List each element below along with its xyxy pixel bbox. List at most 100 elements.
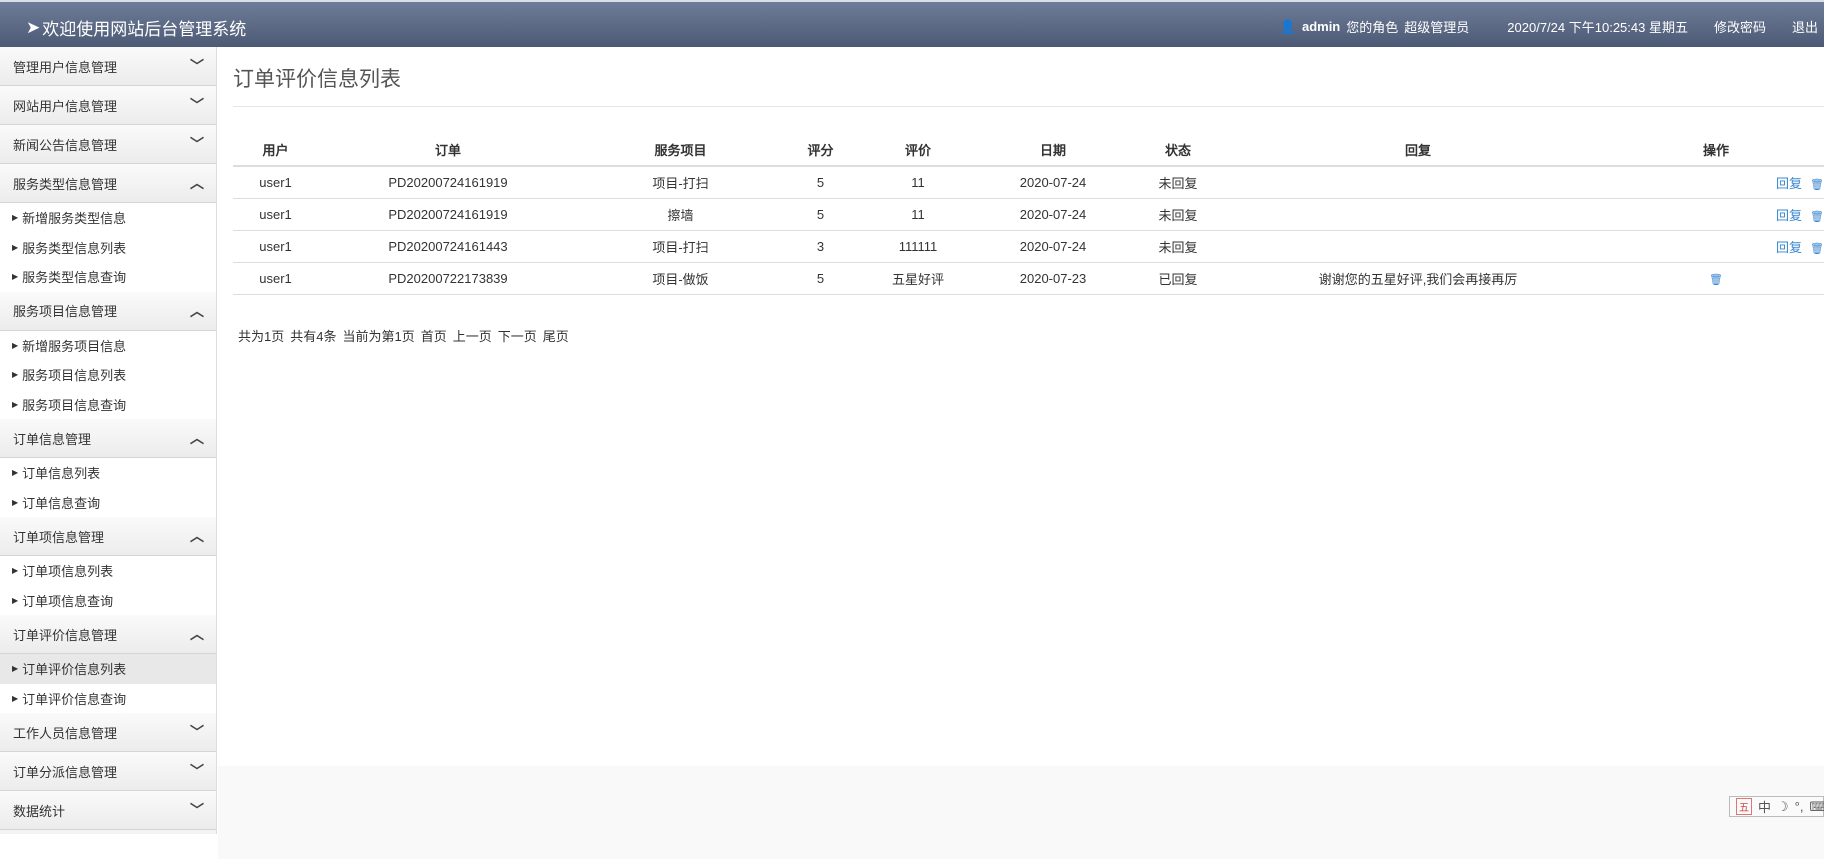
pager-link[interactable]: 尾页 — [543, 329, 569, 344]
chevron-up-icon: ︿ — [190, 528, 204, 544]
sidebar-group-label: 订单信息管理 — [13, 431, 92, 447]
chevron-up-icon: ︿ — [190, 430, 204, 446]
sidebar-item[interactable]: ▶ 订单信息列表 — [0, 458, 216, 488]
table-row: user1 PD20200724161919 擦墙 5 11 2020-07-24 未回复 回… — [233, 198, 1824, 231]
sidebar-group[interactable]: 订单项信息管理 ︿ — [0, 517, 216, 556]
sidebar-item[interactable]: ▶ 订单评价信息列表 — [0, 654, 216, 684]
sidebar-group-label: 工作人员信息管理 — [13, 725, 118, 741]
moon-icon[interactable]: ☽ — [1777, 799, 1789, 815]
sidebar-group[interactable]: 管理用户信息管理 ﹀ — [0, 47, 216, 86]
caret-right-icon: ▶ — [12, 497, 19, 507]
sidebar-item-label: 订单项信息查询 — [22, 593, 114, 609]
cell-item: 项目-做饭 — [578, 262, 783, 295]
caret-right-icon: ▶ — [12, 566, 19, 576]
sidebar-item[interactable]: ▶ 订单评价信息查询 — [0, 683, 216, 713]
ime-logo-icon: 五 — [1736, 798, 1752, 815]
reply-link[interactable]: 回复 — [1776, 208, 1802, 223]
sidebar-item-label: 订单评价信息查询 — [22, 691, 127, 707]
cell-date: 2020-07-23 — [978, 262, 1128, 295]
cell-date: 2020-07-24 — [978, 230, 1128, 263]
pager-info: 共为1页 — [238, 329, 285, 344]
caret-right-icon: ▶ — [12, 595, 19, 605]
ime-toolbar[interactable]: 五 中 ☽ °, ⌨ — [1729, 796, 1824, 817]
sidebar-item[interactable]: ▶ 服务类型信息查询 — [0, 262, 216, 292]
cell-order: PD20200724161919 — [318, 166, 578, 199]
sidebar-group-label: 新闻公告信息管理 — [13, 137, 118, 153]
reply-link[interactable]: 回复 — [1776, 176, 1802, 191]
sidebar-group[interactable]: 数据统计 ﹀ — [0, 791, 216, 830]
brand: ➤ 欢迎使用网站后台管理系统 — [26, 15, 246, 40]
chevron-up-icon: ︿ — [190, 626, 204, 642]
cell-reply — [1228, 166, 1608, 199]
role: 超级管理员 — [1404, 20, 1470, 35]
caret-right-icon: ▶ — [12, 693, 19, 703]
reply-link[interactable]: 回复 — [1776, 240, 1802, 255]
sidebar-group[interactable]: 服务项目信息管理 ︿ — [0, 291, 216, 331]
column-header: 用户 — [233, 134, 318, 167]
caret-right-icon: ▶ — [12, 213, 19, 223]
ime-mode[interactable]: 中 — [1758, 797, 1771, 816]
sidebar-group[interactable]: 工作人员信息管理 ﹀ — [0, 713, 216, 752]
sidebar-item[interactable]: ▶ 新增服务项目信息 — [0, 330, 216, 360]
sidebar-item[interactable]: ▶ 订单项信息查询 — [0, 585, 216, 615]
trash-icon[interactable]: 🗑 — [1810, 243, 1824, 255]
sidebar-item-label: 服务项目信息列表 — [22, 368, 127, 384]
cell-user: user1 — [233, 166, 318, 199]
cell-status: 未回复 — [1128, 230, 1228, 263]
sidebar-item[interactable]: ▶ 服务类型信息列表 — [0, 232, 216, 262]
sidebar-group-label: 订单评价信息管理 — [13, 627, 118, 643]
caret-right-icon: ▶ — [12, 370, 19, 380]
logout-link[interactable]: 退出 — [1792, 17, 1818, 36]
pager-link[interactable]: 下一页 — [498, 329, 537, 344]
page-title: 订单评价信息列表 — [233, 68, 401, 91]
sidebar-group-label: 服务项目信息管理 — [13, 304, 118, 319]
column-header: 日期 — [978, 134, 1128, 167]
table-row: user1 PD20200724161919 项目-打扫 5 11 2020-07-24 未… — [233, 166, 1824, 199]
cell-score: 3 — [783, 230, 858, 263]
trash-icon[interactable]: 🗑 — [1810, 179, 1824, 191]
caret-right-icon: ▶ — [12, 272, 19, 282]
sidebar-item[interactable]: ▶ 订单信息查询 — [0, 487, 216, 517]
cell-date: 2020-07-24 — [978, 166, 1128, 199]
chevron-up-icon: ︿ — [190, 175, 204, 191]
cell-actions: 回复 🗑 — [1608, 230, 1824, 263]
column-header: 状态 — [1128, 134, 1228, 167]
pager-link[interactable]: 首页 — [421, 329, 447, 344]
sidebar-item[interactable]: ▶ 订单项信息列表 — [0, 556, 216, 586]
sidebar-group[interactable]: 新闻公告信息管理 ﹀ — [0, 125, 216, 164]
trash-icon[interactable]: 🗑 — [1709, 274, 1723, 286]
sidebar-group-label: 管理用户信息管理 — [13, 59, 118, 75]
pager-link[interactable]: 上一页 — [453, 329, 492, 344]
sidebar-item-label: 服务类型信息列表 — [22, 240, 127, 256]
divider — [233, 106, 1824, 107]
column-header: 操作 — [1608, 134, 1824, 167]
cell-status: 已回复 — [1128, 262, 1228, 295]
table-row: user1 PD20200724161443 项目-打扫 3 111111 2020-07… — [233, 230, 1824, 263]
sidebar-group-label: 订单项信息管理 — [13, 529, 105, 545]
sidebar-item-label: 服务类型信息查询 — [22, 270, 127, 286]
cell-user: user1 — [233, 262, 318, 295]
role-label: 您的角色 — [1346, 20, 1399, 35]
ime-punct[interactable]: °, — [1795, 799, 1804, 814]
column-header: 评价 — [858, 134, 978, 167]
sidebar-item[interactable]: ▶ 服务项目信息列表 — [0, 360, 216, 390]
keyboard-icon[interactable]: ⌨ — [1809, 799, 1824, 815]
sidebar-group-label: 服务类型信息管理 — [13, 176, 118, 192]
trash-icon[interactable]: 🗑 — [1810, 211, 1824, 223]
cell-score: 5 — [783, 198, 858, 231]
sidebar-group[interactable]: 订单信息管理 ︿ — [0, 419, 216, 458]
cell-score: 5 — [783, 166, 858, 199]
change-password-link[interactable]: 修改密码 — [1714, 17, 1766, 36]
sidebar-group[interactable]: 订单评价信息管理 ︿ — [0, 615, 216, 654]
pager-info: 当前为第1页 — [342, 329, 415, 344]
sidebar-item[interactable]: ▶ 新增服务类型信息 — [0, 203, 216, 233]
sidebar-group[interactable]: 网站用户信息管理 ﹀ — [0, 86, 216, 125]
sidebar-item-label: 新增服务类型信息 — [22, 211, 127, 227]
chevron-down-icon: ﹀ — [190, 136, 204, 152]
sidebar-group[interactable]: 订单分派信息管理 ﹀ — [0, 752, 216, 791]
sidebar-group[interactable]: 服务类型信息管理 ︿ — [0, 164, 216, 203]
caret-right-icon: ▶ — [12, 468, 19, 478]
user-icon: 👤 — [1279, 18, 1296, 34]
cell-reply: 谢谢您的五星好评,我们会再接再厉 — [1228, 262, 1608, 295]
sidebar-item[interactable]: ▶ 服务项目信息查询 — [0, 389, 216, 419]
